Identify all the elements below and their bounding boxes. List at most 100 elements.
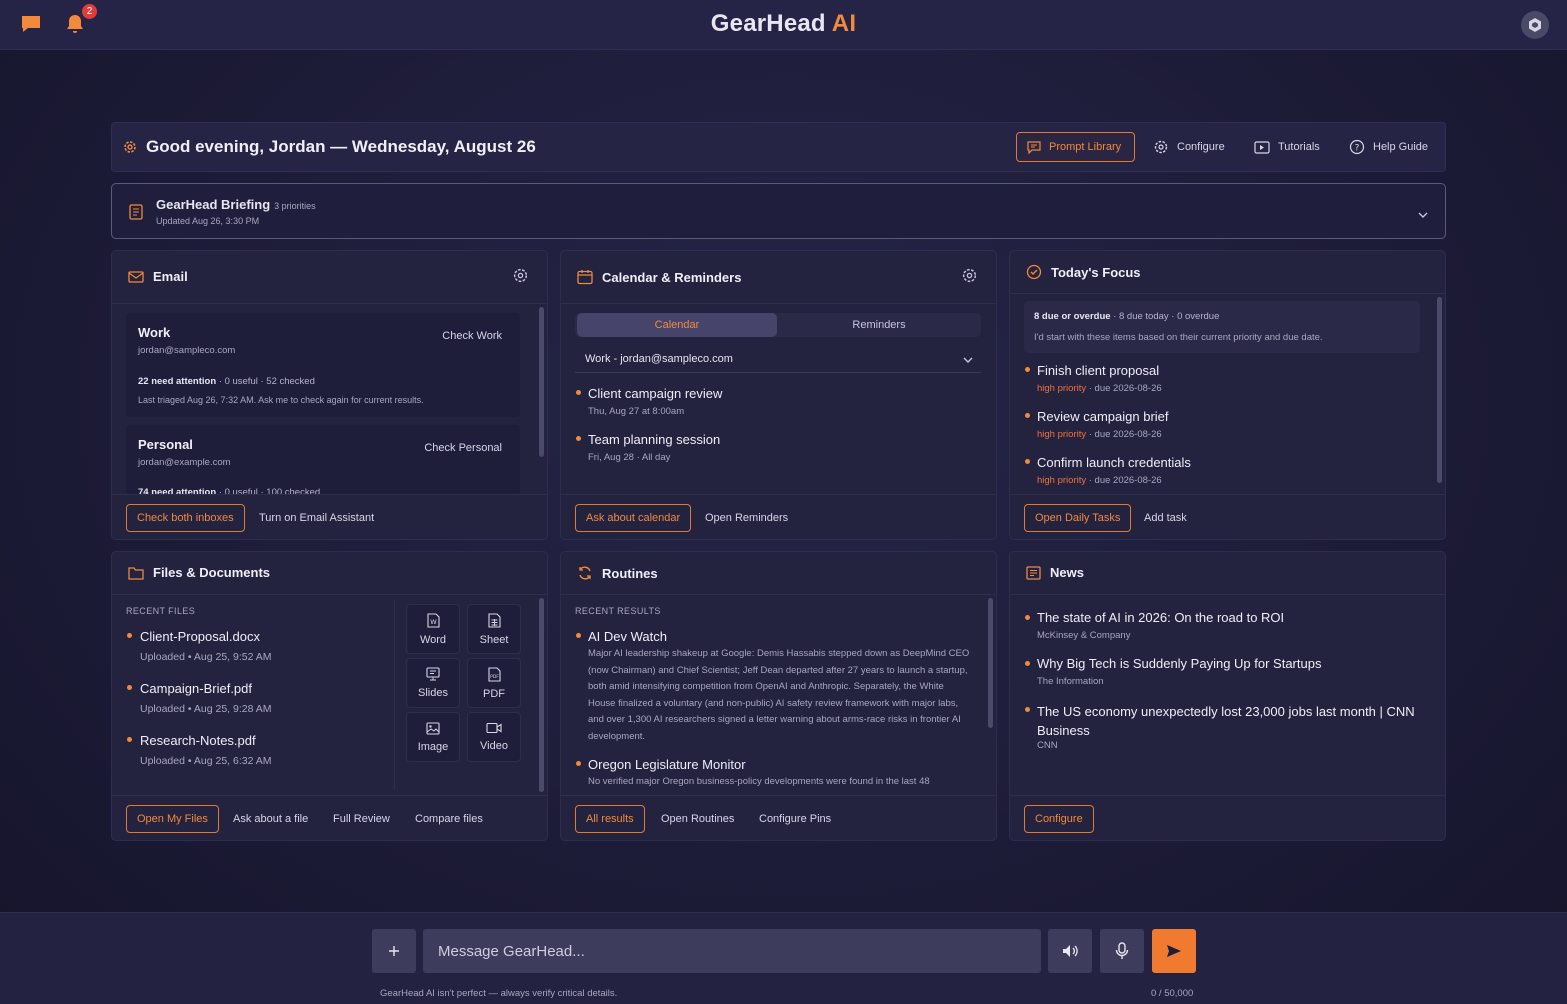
email-assistant-button[interactable]: Turn on Email Assistant xyxy=(248,504,385,532)
account-name: Personal xyxy=(138,437,193,452)
microphone-button[interactable] xyxy=(1100,929,1144,973)
news-title: News xyxy=(1050,565,1084,580)
news-headline[interactable]: The US economy unexpectedly lost 23,000 … xyxy=(1037,702,1427,740)
spreadsheet-icon xyxy=(487,612,501,628)
file-name[interactable]: Client-Proposal.docx xyxy=(140,629,260,644)
greeting-title: Good evening, Jordan — Wednesday, August… xyxy=(146,137,536,156)
routines-scrollbar[interactable] xyxy=(988,598,993,728)
files-scrollbar[interactable] xyxy=(539,598,544,792)
send-button[interactable] xyxy=(1152,929,1196,973)
app-title: GearHead xyxy=(710,10,826,37)
email-settings-gear-icon[interactable] xyxy=(512,267,529,289)
calendar-tabs: Calendar Reminders xyxy=(575,313,981,337)
message-input[interactable]: Message GearHead... xyxy=(423,929,1041,973)
routine-bullet xyxy=(576,633,581,638)
video-play-icon xyxy=(1254,140,1270,154)
focus-summary-line: 8 due or overdue · 8 due today · 0 overd… xyxy=(1034,311,1219,322)
character-counter: 0 / 50,000 xyxy=(1151,988,1194,999)
tutorials-button[interactable]: Tutorials xyxy=(1243,132,1331,162)
open-daily-tasks-button[interactable]: Open Daily Tasks xyxy=(1024,504,1132,532)
event-title[interactable]: Client campaign review xyxy=(588,386,722,401)
news-card: News The state of AI in 2026: On the roa… xyxy=(1009,551,1446,841)
last-triaged: Last triaged Aug 26, 7:32 AM. Ask me to … xyxy=(138,395,424,405)
create-word-button[interactable]: W Word xyxy=(406,604,460,654)
email-card-header: Email xyxy=(128,269,188,284)
email-scrollbar[interactable] xyxy=(539,307,544,457)
routines-card-header: Routines xyxy=(577,565,658,581)
prompt-icon xyxy=(1027,140,1041,154)
news-source: CNN xyxy=(1037,740,1058,751)
help-guide-button[interactable]: ? Help Guide xyxy=(1338,132,1439,162)
briefing-panel[interactable]: GearHead Briefing 3 priorities Updated Au… xyxy=(111,183,1446,239)
ask-about-calendar-button[interactable]: Ask about calendar xyxy=(575,504,692,532)
file-meta: Uploaded • Aug 25, 9:52 AM xyxy=(140,651,272,663)
check-both-inboxes-button[interactable]: Check both inboxes xyxy=(126,504,245,532)
file-name[interactable]: Campaign-Brief.pdf xyxy=(140,681,252,696)
microphone-icon xyxy=(1115,942,1129,959)
recent-files-label: RECENT FILES xyxy=(126,606,196,616)
focus-note: I'd start with these items based on thei… xyxy=(1034,332,1323,343)
prompt-library-button[interactable]: Prompt Library xyxy=(1016,132,1135,162)
routine-title[interactable]: AI Dev Watch xyxy=(588,629,667,644)
word-doc-icon: W xyxy=(426,612,440,628)
full-review-button[interactable]: Full Review xyxy=(322,805,401,833)
create-sheet-button[interactable]: Sheet xyxy=(467,604,521,654)
speaker-button[interactable] xyxy=(1048,929,1092,973)
routine-title[interactable]: Oregon Legislature Monitor xyxy=(588,757,746,772)
briefing-priorities: 3 priorities xyxy=(274,201,316,211)
check-circle-icon xyxy=(1026,264,1042,280)
news-card-header: News xyxy=(1026,565,1084,580)
check-personal-button[interactable]: Check Personal xyxy=(424,442,502,454)
task-title[interactable]: Confirm launch credentials xyxy=(1037,455,1191,470)
file-bullet xyxy=(127,737,132,742)
calendar-card: Calendar & Reminders Calendar Reminders … xyxy=(560,250,997,540)
ask-about-file-button[interactable]: Ask about a file xyxy=(222,805,319,833)
event-time: Thu, Aug 27 at 8:00am xyxy=(588,406,685,417)
tutorials-label: Tutorials xyxy=(1278,141,1320,153)
task-title[interactable]: Finish client proposal xyxy=(1037,363,1159,378)
create-video-button[interactable]: Video xyxy=(467,712,521,762)
top-bar: 2 GearHead AI xyxy=(0,0,1567,50)
calendar-settings-gear-icon[interactable] xyxy=(961,267,978,289)
open-reminders-button[interactable]: Open Reminders xyxy=(694,504,799,532)
add-task-button[interactable]: Add task xyxy=(1133,504,1198,532)
priority-label: high priority xyxy=(1037,429,1087,440)
due-breakdown: · 8 due today · 0 overdue xyxy=(1110,311,1220,322)
attach-button[interactable] xyxy=(372,929,416,973)
focus-scrollbar[interactable] xyxy=(1437,297,1442,483)
create-image-button[interactable]: Image xyxy=(406,712,460,762)
news-bullet xyxy=(1025,615,1030,620)
task-meta: high priority · due 2026-08-26 xyxy=(1037,383,1162,394)
compare-files-button[interactable]: Compare files xyxy=(404,805,494,833)
calendar-select[interactable]: Work - jordan@sampleco.com xyxy=(575,345,981,373)
all-results-button[interactable]: All results xyxy=(575,805,645,833)
open-routines-button[interactable]: Open Routines xyxy=(650,805,745,833)
event-title[interactable]: Team planning session xyxy=(588,432,720,447)
tab-calendar[interactable]: Calendar xyxy=(577,313,777,337)
news-configure-button[interactable]: Configure xyxy=(1024,805,1094,833)
configure-pins-button[interactable]: Configure Pins xyxy=(748,805,842,833)
news-headline[interactable]: Why Big Tech is Suddenly Paying Up for S… xyxy=(1037,656,1427,671)
news-headline[interactable]: The state of AI in 2026: On the road to … xyxy=(1037,610,1427,625)
focus-card-header: Today's Focus xyxy=(1026,264,1141,280)
chevron-down-icon[interactable] xyxy=(1418,206,1428,224)
prompt-library-label: Prompt Library xyxy=(1049,141,1122,153)
email-account-work: Work jordan@sampleco.com 22 need attenti… xyxy=(126,313,520,417)
help-icon: ? xyxy=(1349,139,1365,155)
create-slides-button[interactable]: Slides xyxy=(406,658,460,708)
create-pdf-button[interactable]: PDF PDF xyxy=(467,658,521,708)
tab-reminders[interactable]: Reminders xyxy=(779,313,979,337)
open-my-files-button[interactable]: Open My Files xyxy=(126,805,219,833)
task-meta: high priority · due 2026-08-26 xyxy=(1037,475,1162,486)
video-camera-icon xyxy=(486,722,502,734)
mail-icon xyxy=(128,270,144,283)
configure-button[interactable]: Configure xyxy=(1142,132,1236,162)
file-name[interactable]: Research-Notes.pdf xyxy=(140,733,256,748)
check-work-button[interactable]: Check Work xyxy=(442,330,502,342)
user-avatar[interactable] xyxy=(1521,11,1549,39)
newspaper-icon xyxy=(1026,565,1041,580)
routines-card: Routines RECENT RESULTS AI Dev Watch Maj… xyxy=(560,551,997,841)
task-meta: high priority · due 2026-08-26 xyxy=(1037,429,1162,440)
attention-count: 22 need attention xyxy=(138,376,217,387)
task-title[interactable]: Review campaign brief xyxy=(1037,409,1169,424)
